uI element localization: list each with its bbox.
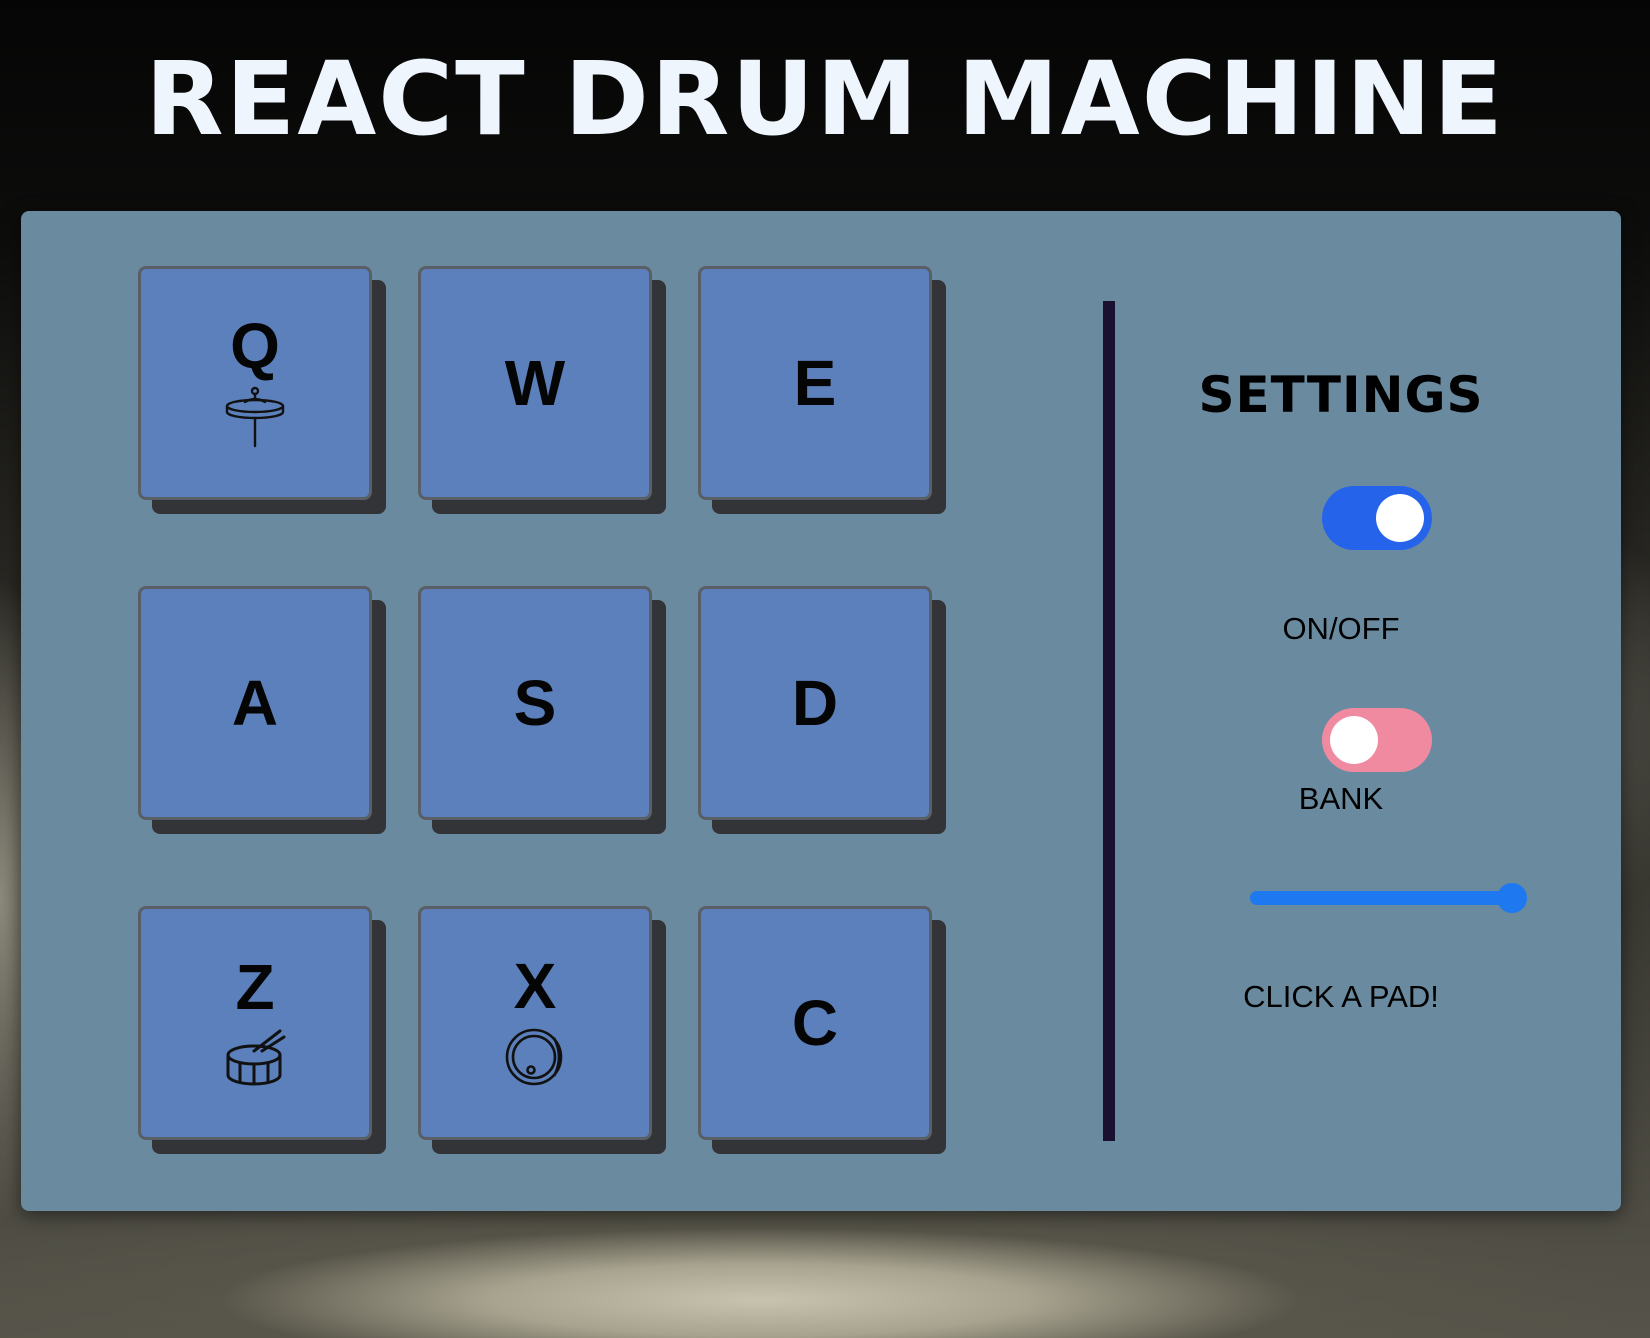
drum-pad-e[interactable]: E	[698, 266, 932, 500]
hi-hat-icon	[223, 386, 287, 453]
pad-key-label: E	[793, 347, 837, 419]
drum-pad-z[interactable]: Z	[138, 906, 372, 1140]
pad-key-label: Q	[230, 309, 280, 382]
bank-toggle[interactable]	[1322, 708, 1432, 772]
power-label: ON/OFF	[1282, 611, 1400, 646]
drum-pad-w[interactable]: W	[418, 266, 652, 500]
settings-title: SETTINGS	[1198, 366, 1484, 424]
pad-key-label: W	[504, 347, 566, 419]
toggle-knob	[1330, 716, 1378, 764]
sound-display: CLICK A PAD!	[1243, 979, 1439, 1014]
volume-slider-thumb[interactable]	[1497, 883, 1527, 913]
pad-key-label: D	[791, 667, 839, 739]
drum-pad-x[interactable]: X	[418, 906, 652, 1140]
panel-divider	[1103, 301, 1115, 1141]
pad-key-label: A	[231, 667, 279, 739]
drum-pad-q[interactable]: Q	[138, 266, 372, 500]
page-title: REACT DRUM MACHINE	[145, 40, 1505, 159]
volume-slider[interactable]	[1250, 883, 1527, 913]
pad-key-label: Z	[235, 950, 275, 1023]
snare-drum-icon	[224, 1027, 286, 1092]
pad-key-label: S	[513, 667, 557, 739]
drum-pad-d[interactable]: D	[698, 586, 932, 820]
toggle-knob	[1376, 494, 1424, 542]
drum-pad-a[interactable]: A	[138, 586, 372, 820]
power-toggle[interactable]	[1322, 486, 1432, 550]
bass-drum-icon	[504, 1026, 566, 1093]
drum-machine-panel: Q W E A S D Z X C SETTINGS ON/OFF BANK C…	[21, 211, 1621, 1211]
bank-label: BANK	[1298, 781, 1384, 816]
drum-pad-s[interactable]: S	[418, 586, 652, 820]
pad-key-label: C	[791, 987, 839, 1059]
drum-pad-c[interactable]: C	[698, 906, 932, 1140]
pad-key-label: X	[513, 949, 557, 1022]
